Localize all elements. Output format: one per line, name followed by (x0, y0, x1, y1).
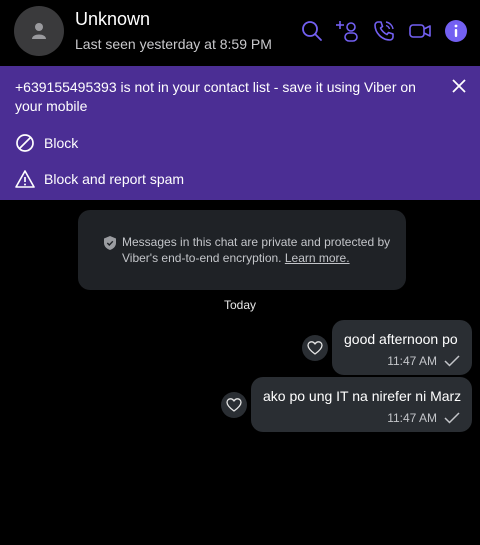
check-icon (444, 412, 460, 424)
warning-icon (15, 170, 35, 188)
info-button[interactable] (443, 18, 469, 44)
block-label: Block (44, 135, 79, 151)
add-participant-button[interactable] (335, 18, 361, 44)
heart-icon (226, 398, 242, 412)
learn-more-link[interactable]: Learn more. (285, 251, 350, 265)
banner-close-button[interactable] (450, 77, 468, 95)
encryption-text: Messages in this chat are private and pr… (122, 234, 392, 266)
person-icon (32, 23, 46, 39)
unknown-contact-banner: +639155495393 is not in your contact lis… (0, 66, 480, 200)
video-call-button[interactable] (407, 18, 433, 44)
like-button[interactable] (221, 392, 247, 418)
message-bubble[interactable]: good afternoon po 11:47 AM (332, 320, 472, 375)
block-button[interactable]: Block (15, 131, 78, 155)
chat-header: Unknown Last seen yesterday at 8:59 PM (0, 0, 480, 66)
voice-call-button[interactable] (371, 18, 397, 44)
message-text: ako po ung IT na nirefer ni Marz (263, 388, 462, 404)
close-icon (452, 79, 466, 93)
heart-icon (307, 341, 323, 355)
message-text: good afternoon po (344, 331, 458, 347)
video-call-icon (409, 24, 431, 38)
message-time: 11:47 AM (387, 354, 437, 368)
search-icon (302, 21, 322, 41)
like-button[interactable] (302, 335, 328, 361)
block-icon (16, 134, 34, 152)
voice-call-icon (374, 21, 394, 41)
date-separator: Today (223, 298, 257, 312)
encryption-message: Messages in this chat are private and pr… (122, 235, 391, 265)
check-icon (444, 355, 460, 367)
block-and-report-button[interactable]: Block and report spam (15, 167, 184, 191)
add-participant-icon (336, 21, 358, 42)
banner-message: +639155495393 is not in your contact lis… (15, 79, 416, 114)
last-seen-status: Last seen yesterday at 8:59 PM (75, 36, 272, 52)
search-button[interactable] (299, 18, 325, 44)
message-time: 11:47 AM (387, 411, 437, 425)
info-icon (445, 20, 467, 42)
avatar[interactable] (14, 6, 64, 56)
message-bubble[interactable]: ako po ung IT na nirefer ni Marz 11:47 A… (251, 377, 472, 432)
contact-name[interactable]: Unknown (75, 9, 150, 30)
shield-icon (104, 236, 116, 250)
encryption-notice: Messages in this chat are private and pr… (78, 210, 406, 290)
block-and-report-label: Block and report spam (44, 171, 185, 187)
